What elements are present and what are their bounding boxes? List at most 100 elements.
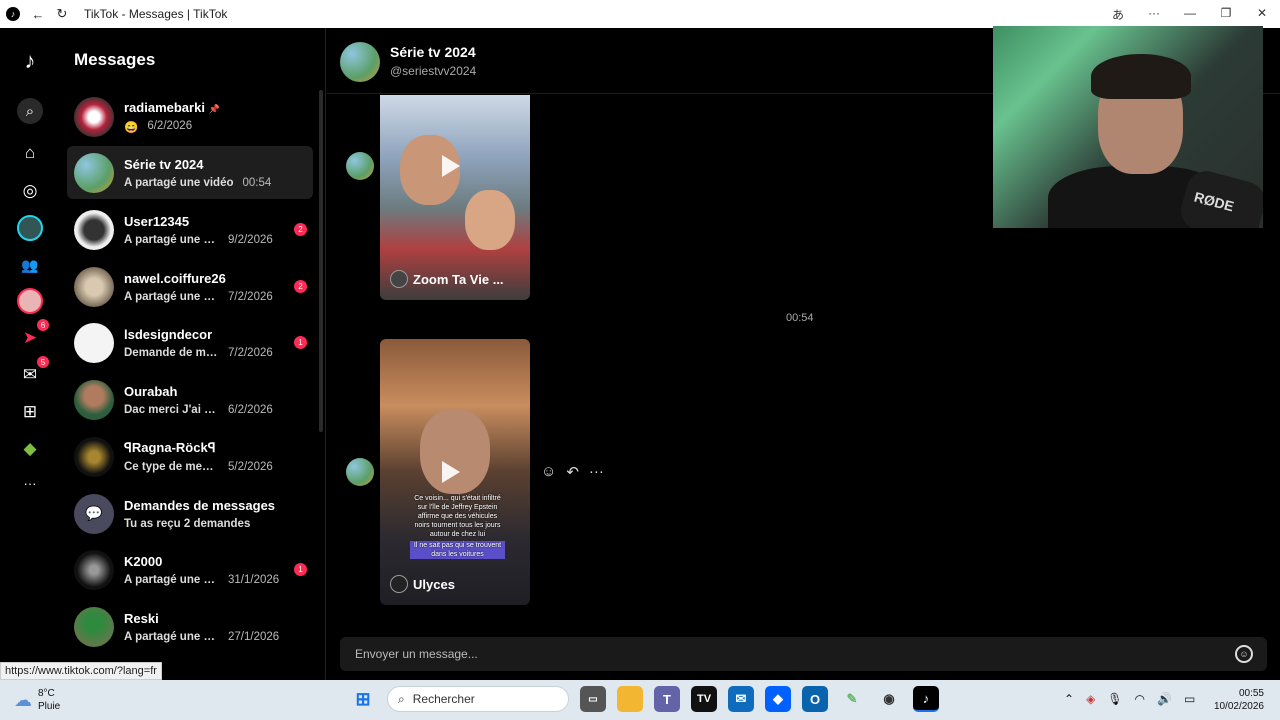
conversation-item[interactable]: Ourabah Dac merci J'ai un... 6/2/2026 [67,373,313,426]
conversation-date: 9/2/2026 [228,233,273,246]
conversation-scrollbar[interactable] [319,90,323,432]
translate-icon[interactable]: あ [1100,6,1136,23]
conversation-item-active[interactable]: Série tv 2024 A partagé une vidéo 00:54 [67,146,313,199]
conversation-preview: Tu as reçu 2 demandes [124,517,251,530]
weather-widget[interactable]: ☁ 8°C Pluie [14,687,60,713]
game-icon[interactable]: ◆ [17,436,43,462]
wifi-icon[interactable]: ◠ [1135,692,1145,706]
back-arrow-icon[interactable]: ← [26,0,50,28]
following-icon[interactable]: 👥 [17,252,43,278]
tradingview-icon[interactable]: TV [691,686,717,712]
chat-name[interactable]: Série tv 2024 [390,44,476,60]
message-actions: ☺ ↶ ··· [541,463,604,481]
shared-video-card[interactable]: Ce voisin... qui s'était infiltré sur l'… [380,339,530,605]
message-composer[interactable]: Envoyer un message... ☺ [340,637,1267,671]
avatar [74,379,114,420]
conversation-item[interactable]: nawel.coiffure26 A partagé une vid... 7/2… [67,260,313,313]
conversation-preview: 😄 [124,121,139,134]
message-requests-item[interactable]: 💬 Demandes de messages Tu as reçu 2 dema… [67,487,313,540]
emoji-icon[interactable]: ☺ [1235,645,1253,663]
teams-icon[interactable]: T [654,686,680,712]
start-icon[interactable]: ⊞ [350,686,376,712]
chat-avatar[interactable] [340,42,380,82]
messages-icon[interactable]: ✉ 5 [17,356,49,388]
tiktok-taskbar-icon[interactable]: ♪ [913,686,939,712]
home-icon[interactable]: ⌂ [17,140,43,166]
conversation-date: 00:54 [242,176,272,189]
play-icon[interactable] [442,155,460,177]
unread-badge: 1 [294,563,307,576]
avatar [74,606,114,647]
taskbar-search[interactable]: ⌕ Rechercher [387,686,569,712]
profile-icon[interactable] [17,288,43,314]
tiktok-logo-icon[interactable]: ♪ [17,48,43,74]
pin-icon: 📌 [208,103,220,114]
conversation-item[interactable]: Reski A partagé une vi... 27/1/2026 [67,600,313,653]
chrome-icon[interactable]: ◉ [876,686,902,712]
reload-icon[interactable]: ↻ [50,0,74,28]
conversation-preview: Demande de mes... [124,346,219,359]
maximize-button[interactable]: ❐ [1208,6,1244,23]
conversation-preview: A partagé une vid... [124,290,219,303]
webcam-overlay: RØDE [993,26,1263,228]
avatar [74,152,114,193]
chat-handle[interactable]: @seriestvv2024 [390,64,476,78]
conversation-item[interactable]: User12345 A partagé une vi... 9/2/2026 2 [67,203,313,256]
react-emoji-icon[interactable]: ☺ [541,463,556,481]
activity-icon[interactable]: ➤ 6 [17,319,49,351]
conversation-name: K2000 [124,553,163,569]
message-requests-icon: 💬 [74,493,114,534]
play-icon[interactable] [442,461,460,483]
sender-avatar[interactable] [346,458,374,486]
upload-icon[interactable]: ⊞ [17,399,43,425]
sender-avatar[interactable] [346,152,374,180]
message-input-placeholder[interactable]: Envoyer un message... [355,647,478,661]
conversation-item[interactable]: ꟼRagna-Röckꟼ Ce type de mess... 5/2/2026 [67,430,313,483]
misc-app-icon[interactable]: ✎ [839,686,865,712]
conversation-item[interactable]: K2000 A partagé une vi... 31/1/2026 1 [67,543,313,596]
conversation-item[interactable]: radiamebarki 📌 😄 6/2/2026 [67,90,313,143]
nav-rail: ♪ ⌕ ⌂ ◎ 👥 ➤ 6 ✉ 5 ⊞ ◆ ··· [0,28,60,680]
conversation-date: 7/2/2026 [228,346,273,359]
unread-badge: 2 [294,280,307,293]
reply-icon[interactable]: ↶ [566,463,579,481]
tiktok-app-icon: ♪ [6,7,20,21]
conversation-name: ꟼRagna-Röckꟼ [124,440,216,455]
status-url: https://www.tiktok.com/?lang=fr [0,662,162,680]
avatar [74,549,114,590]
security-icon[interactable]: ◈ [1086,692,1095,706]
task-view-icon[interactable]: ▭ [580,686,606,712]
battery-icon[interactable]: ▭ [1184,692,1195,706]
conversation-name: lsdesigndecor [124,326,213,342]
search-icon[interactable]: ⌕ [17,98,43,124]
conversation-item[interactable]: lsdesigndecor Demande de mes... 7/2/2026 … [67,316,313,369]
more-options-icon[interactable]: ··· [589,463,604,481]
browser-more-icon[interactable]: ··· [1136,6,1172,23]
chevron-up-icon[interactable]: ⌃ [1064,692,1074,706]
close-button[interactable]: ✕ [1244,6,1280,23]
shared-video-card[interactable]: Zoom Ta Vie ... [380,95,530,300]
minimize-button[interactable]: — [1172,6,1208,23]
microphone-icon[interactable]: 🎙 [1107,692,1122,706]
conversation-preview: A partagé une vi... [124,630,219,643]
conversation-name: Ourabah [124,383,178,399]
browser-titlebar: ♪ ← ↻ TikTok - Messages | TikTok あ ··· —… [0,0,1280,28]
file-explorer-icon[interactable] [617,686,643,712]
live-icon[interactable] [17,215,43,241]
avatar [74,436,114,477]
conversation-date: 6/2/2026 [147,119,193,132]
system-tray: ⌃ ◈ 🎙 ◠ 🔊 ▭ [1064,692,1195,706]
more-icon[interactable]: ··· [17,470,43,496]
outlook-icon[interactable]: O [802,686,828,712]
window-title: TikTok - Messages | TikTok [84,7,228,21]
taskbar-clock[interactable]: 00:55 10/02/2026 [1214,687,1264,713]
windows-taskbar: ☁ 8°C Pluie ⊞ ⌕ Rechercher ▭ T TV ✉ ◆ O ✎ … [0,680,1280,720]
volume-icon[interactable]: 🔊 [1157,692,1172,706]
dropbox-icon[interactable]: ◆ [765,686,791,712]
conversation-name: Demandes de messages [124,497,276,513]
video-label: Ulyces [390,575,455,593]
conversation-date: 27/1/2026 [228,630,280,643]
explore-icon[interactable]: ◎ [17,178,43,204]
conversation-preview: Dac merci J'ai un... [124,403,219,416]
mail-icon[interactable]: ✉ [728,686,754,712]
